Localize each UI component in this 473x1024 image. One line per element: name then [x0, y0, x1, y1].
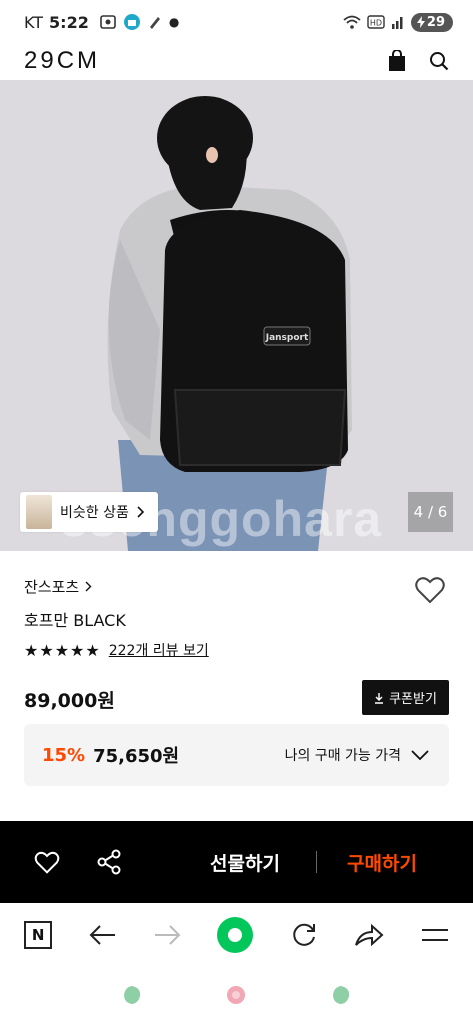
- wishlist-button[interactable]: [24, 851, 70, 874]
- naver-n-label: N: [31, 926, 45, 944]
- svg-text:Jansport: Jansport: [265, 333, 309, 343]
- back-nav-icon[interactable]: [330, 984, 352, 1006]
- buy-button[interactable]: 구매하기: [347, 849, 417, 876]
- chevron-right-icon: [137, 506, 144, 518]
- menu-icon[interactable]: [421, 926, 449, 944]
- status-bar: KT 5:22 ● HD 29: [0, 0, 473, 44]
- coupon-label: 쿠폰받기: [389, 692, 437, 707]
- browser-toolbar: N: [0, 904, 473, 966]
- discount-price: 75,650원: [93, 746, 180, 767]
- my-price-toggle[interactable]: 나의 구매 가능 가격: [285, 745, 429, 765]
- green-dot-button[interactable]: [217, 917, 254, 953]
- recent-apps-icon[interactable]: [121, 984, 143, 1006]
- brand-link[interactable]: 잔스포츠: [24, 576, 92, 597]
- star-rating: ★★★★★: [24, 640, 101, 660]
- rating-row: ★★★★★ 222개 리뷰 보기: [24, 640, 209, 660]
- search-icon[interactable]: [429, 51, 449, 71]
- discount-rate: 15%: [42, 744, 86, 766]
- similar-products-label: 비슷한 상품: [60, 505, 129, 521]
- coupon-button[interactable]: 쿠폰받기: [362, 680, 449, 715]
- carrier-label: KT: [24, 12, 44, 32]
- brand-logo[interactable]: 29CM: [24, 47, 100, 75]
- forward-arrow-icon[interactable]: [153, 924, 181, 946]
- charging-icon: [416, 16, 425, 28]
- green-dot-icon: [228, 928, 243, 942]
- original-price: 89,000원: [24, 690, 115, 712]
- svg-text:HD: HD: [370, 19, 382, 28]
- more-dot-icon: ●: [168, 15, 180, 29]
- chevron-down-icon: [411, 750, 429, 760]
- app-header: 29CM: [0, 44, 473, 78]
- shopping-bag-icon[interactable]: [387, 50, 407, 72]
- heart-icon[interactable]: [415, 576, 445, 604]
- discount-price-box[interactable]: 15% 75,650원 나의 구매 가능 가격: [24, 724, 449, 786]
- product-name: 호프만 BLACK: [24, 611, 126, 630]
- heart-icon: [34, 851, 60, 874]
- battery-indicator: 29: [410, 12, 453, 32]
- back-arrow-icon[interactable]: [89, 924, 117, 946]
- hd-icon: HD: [367, 15, 385, 29]
- reviews-link[interactable]: 222개 리뷰 보기: [109, 640, 209, 660]
- share-arrow-icon[interactable]: [354, 923, 384, 947]
- image-counter: 4 / 6: [408, 492, 453, 532]
- share-icon: [97, 849, 121, 875]
- purchase-bar: 선물하기 구매하기: [0, 821, 473, 903]
- product-photo: Jansport: [0, 80, 473, 551]
- screenshot-icon: [100, 15, 116, 29]
- battery-level: 29: [426, 14, 445, 30]
- clock: 5:22: [49, 12, 89, 32]
- download-icon: [375, 692, 384, 704]
- similar-product-thumbnail: [26, 495, 52, 529]
- system-nav-bar: [0, 966, 473, 1024]
- naver-home-button[interactable]: N: [24, 921, 53, 949]
- app-notification-icon: [123, 14, 140, 30]
- my-price-label: 나의 구매 가능 가격: [284, 748, 401, 764]
- pen-icon: [149, 17, 160, 29]
- refresh-icon[interactable]: [290, 921, 318, 949]
- brand-name: 잔스포츠: [24, 578, 80, 596]
- similar-products-button[interactable]: 비슷한 상품: [20, 492, 158, 532]
- chevron-right-icon: [85, 581, 92, 592]
- divider: [316, 851, 317, 873]
- share-button[interactable]: [86, 849, 132, 875]
- home-icon[interactable]: [224, 983, 248, 1007]
- signal-icon: [391, 17, 403, 29]
- wifi-icon: [343, 15, 361, 29]
- product-image[interactable]: Jansport ssenggohara 비슷한 상품 4 / 6: [0, 80, 473, 551]
- gift-button[interactable]: 선물하기: [210, 849, 280, 876]
